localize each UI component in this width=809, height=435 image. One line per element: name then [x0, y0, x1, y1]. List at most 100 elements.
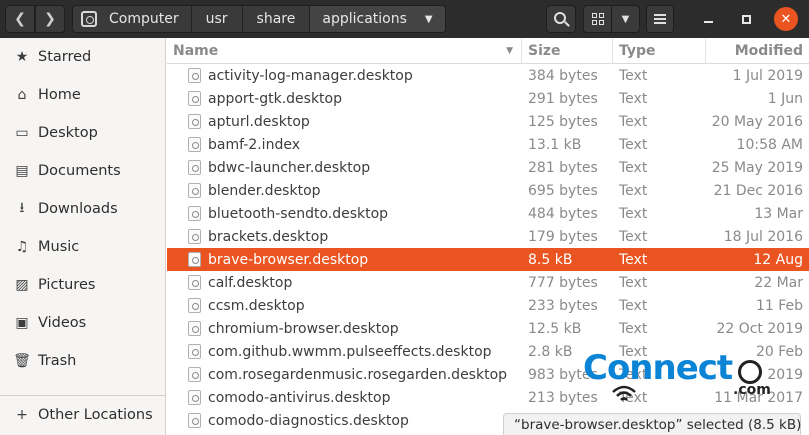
text-file-icon	[188, 298, 201, 313]
table-row[interactable]: brave-browser.desktop 8.5 kB Text 12 Aug	[167, 248, 809, 271]
column-modified[interactable]: Modified	[706, 38, 809, 63]
chevron-left-icon: ❮	[14, 11, 26, 27]
file-name: apturl.desktop	[208, 113, 310, 130]
menu-button[interactable]	[646, 5, 674, 33]
file-size: 695 bytes	[528, 182, 598, 199]
file-name-cell: com.rosegardenmusic.rosegarden.desktop	[167, 367, 522, 383]
search-icon	[554, 12, 566, 24]
file-modified: 11 Feb	[755, 297, 803, 314]
sidebar-item-label: Home	[38, 87, 81, 103]
breadcrumb-usr[interactable]: usr	[192, 6, 243, 32]
videos-icon: ▣	[15, 315, 29, 331]
column-size[interactable]: Size	[522, 38, 613, 63]
file-size: 281 bytes	[528, 159, 598, 176]
text-file-icon	[188, 413, 201, 428]
table-row[interactable]: chromium-browser.desktop 12.5 kB Text 22 Oc…	[167, 317, 809, 340]
sort-down-icon: ▼	[506, 45, 513, 56]
file-type: Text	[619, 182, 648, 199]
file-name: blender.desktop	[208, 182, 321, 199]
breadcrumb: Computer usr share applications ▼	[72, 5, 446, 33]
globe-icon	[738, 360, 762, 384]
breadcrumb-label: Computer	[109, 11, 179, 27]
file-size: 384 bytes	[528, 67, 598, 84]
file-name: calf.desktop	[208, 274, 293, 291]
file-size: 777 bytes	[528, 274, 598, 291]
breadcrumb-label: share	[256, 11, 296, 27]
text-file-icon	[188, 390, 201, 405]
sidebar-item-pictures[interactable]: ▨ Pictures	[0, 266, 165, 304]
file-name: brackets.desktop	[208, 228, 329, 245]
file-size: 233 bytes	[528, 297, 598, 314]
column-modified-label: Modified	[734, 42, 803, 59]
breadcrumb-label: usr	[205, 11, 228, 27]
text-file-icon	[188, 344, 201, 359]
text-file-icon	[188, 229, 201, 244]
sidebar-item-downloads[interactable]: ⭳ Downloads	[0, 190, 165, 228]
text-file-icon	[188, 206, 201, 221]
sidebar-item-trash[interactable]: 🗑 Trash	[0, 342, 165, 380]
breadcrumb-computer[interactable]: Computer	[73, 6, 192, 32]
sidebar-item-starred[interactable]: ★ Starred	[0, 38, 165, 76]
file-modified: 22 Mar	[754, 274, 803, 291]
file-name: chromium-browser.desktop	[208, 320, 399, 337]
file-modified: 10:58 AM	[736, 136, 803, 153]
view-options-button[interactable]: ▼	[611, 5, 640, 33]
star-icon: ★	[15, 49, 29, 65]
table-row[interactable]: calf.desktop 777 bytes Text 22 Mar	[167, 271, 809, 294]
status-overlay: “brave-browser.desktop” selected (8.5 kB…	[503, 413, 801, 435]
file-name-cell: bluetooth-sendto.desktop	[167, 206, 522, 222]
pictures-icon: ▨	[15, 277, 29, 293]
table-row[interactable]: activity-log-manager.desktop 384 bytes Tex…	[167, 64, 809, 87]
minimize-button[interactable]	[698, 9, 718, 29]
file-size: 125 bytes	[528, 113, 598, 130]
column-type-label: Type	[619, 42, 656, 59]
file-modified: 13 Mar	[754, 205, 803, 222]
triangle-down-icon[interactable]: ▼	[425, 14, 433, 25]
file-name: bdwc-launcher.desktop	[208, 159, 371, 176]
table-row[interactable]: bluetooth-sendto.desktop 484 bytes Text 13 …	[167, 202, 809, 225]
grid-view-icon	[591, 13, 604, 25]
file-name: apport-gtk.desktop	[208, 90, 342, 107]
text-file-icon	[188, 367, 201, 382]
documents-icon: ▤	[15, 163, 29, 179]
file-name-cell: brackets.desktop	[167, 229, 522, 245]
table-row[interactable]: brackets.desktop 179 bytes Text 18 Jul 2016	[167, 225, 809, 248]
wifi-icon	[612, 385, 636, 401]
file-size: 179 bytes	[528, 228, 598, 245]
search-button[interactable]	[546, 5, 576, 33]
text-file-icon	[188, 183, 201, 198]
breadcrumb-share[interactable]: share	[243, 6, 311, 32]
sidebar-item-label: Music	[38, 239, 80, 255]
sidebar-item-videos[interactable]: ▣ Videos	[0, 304, 165, 342]
column-type[interactable]: Type	[613, 38, 706, 63]
table-row[interactable]: bamf-2.index 13.1 kB Text 10:58 AM	[167, 133, 809, 156]
text-file-icon	[188, 275, 201, 290]
file-name-cell: apturl.desktop	[167, 114, 522, 130]
sidebar-item-desktop[interactable]: ▭ Desktop	[0, 114, 165, 152]
back-button[interactable]: ❮	[5, 5, 35, 33]
sidebar-item-other-locations[interactable]: + Other Locations	[0, 396, 165, 434]
sidebar-item-music[interactable]: ♫ Music	[0, 228, 165, 266]
table-row[interactable]: blender.desktop 695 bytes Text 21 Dec 2016	[167, 179, 809, 202]
table-row[interactable]: apport-gtk.desktop 291 bytes Text 1 Jun	[167, 87, 809, 110]
view-toggle-button[interactable]	[583, 5, 612, 33]
maximize-button[interactable]	[736, 9, 756, 29]
file-name: comodo-antivirus.desktop	[208, 389, 391, 406]
sidebar-item-home[interactable]: ⌂ Home	[0, 76, 165, 114]
file-size: 8.5 kB	[528, 251, 573, 268]
drive-icon	[81, 11, 97, 27]
breadcrumb-applications[interactable]: applications ▼	[310, 6, 445, 32]
column-name[interactable]: Name ▼	[167, 38, 522, 63]
table-row[interactable]: ccsm.desktop 233 bytes Text 11 Feb	[167, 294, 809, 317]
column-name-label: Name	[173, 42, 219, 59]
text-file-icon	[188, 252, 201, 267]
table-row[interactable]: bdwc-launcher.desktop 281 bytes Text 25 May…	[167, 156, 809, 179]
table-row[interactable]: apturl.desktop 125 bytes Text 20 May 2016	[167, 110, 809, 133]
close-button[interactable]: ✕	[774, 7, 798, 31]
forward-button[interactable]: ❯	[35, 5, 65, 33]
sidebar-item-label: Starred	[38, 49, 92, 65]
sidebar-item-documents[interactable]: ▤ Documents	[0, 152, 165, 190]
trash-icon: 🗑	[13, 353, 31, 369]
sidebar-item-label: Desktop	[38, 125, 98, 141]
text-file-icon	[188, 91, 201, 106]
